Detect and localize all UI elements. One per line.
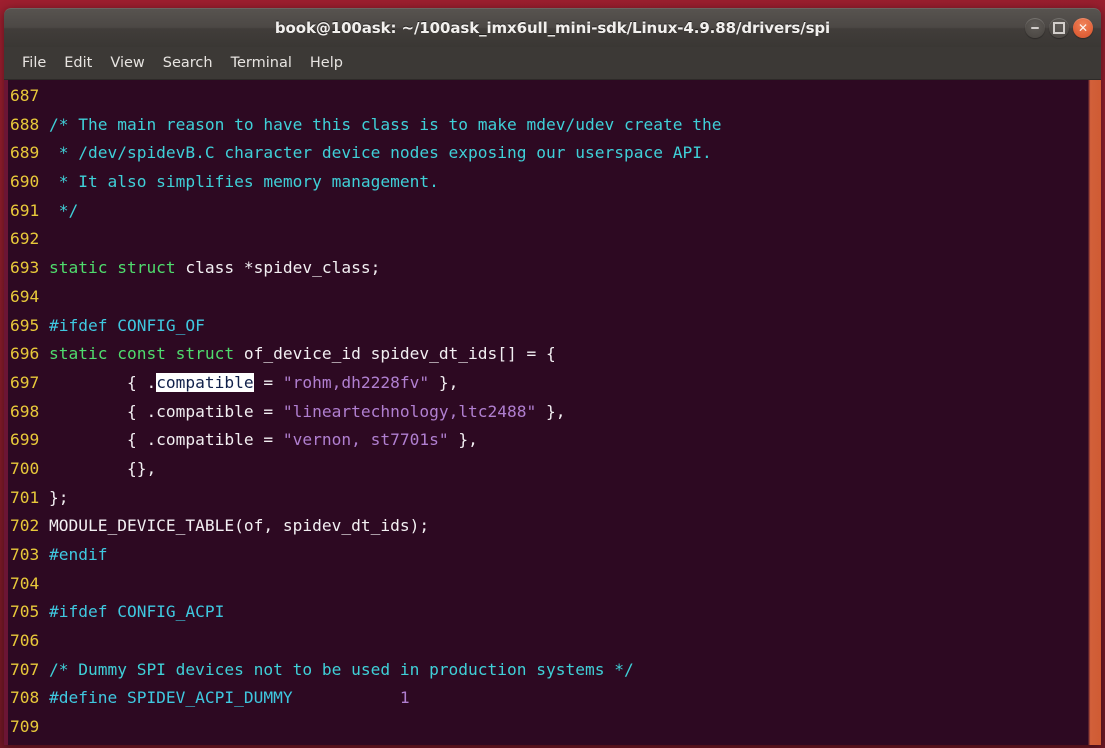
code-token: #ifdef CONFIG_ACPI [48, 602, 225, 622]
code-line: 693 static struct class *spidev_class; [8, 254, 1101, 283]
line-number: 688 [10, 114, 49, 134]
line-number: 692 [10, 229, 49, 249]
code-line: 695 #ifdef CONFIG_OF [8, 312, 1101, 341]
line-number: 705 [10, 602, 49, 622]
menu-item-search[interactable]: Search [155, 52, 221, 74]
code-token: { . [48, 372, 157, 392]
code-token: { .compatible = [48, 401, 283, 421]
code-line: 700 {}, [8, 455, 1101, 484]
code-token: * /dev/spidevB.C character device nodes … [48, 143, 712, 163]
line-number: 696 [10, 344, 49, 364]
code-line: 694 [8, 283, 1101, 312]
code-line: 697 { .compatible = "rohm,dh2228fv" }, [8, 369, 1101, 398]
line-number: 707 [10, 659, 49, 679]
line-number: 694 [10, 286, 49, 306]
code-token: #endif [48, 545, 108, 564]
code-token: #define SPIDEV_ACPI_DUMMY [48, 688, 293, 708]
code-line: 691 */ [8, 197, 1101, 226]
menu-item-view[interactable]: View [102, 52, 152, 74]
code-line: 699 { .compatible = "vernon, st7701s" }, [8, 426, 1101, 455]
vim-text-area[interactable]: 687 688 /* The main reason to have this … [8, 82, 1101, 742]
code-token: class *spidev_class; [175, 258, 381, 278]
window-title: book@100ask: ~/100ask_imx6ull_mini-sdk/L… [274, 19, 831, 37]
line-number: 701 [10, 487, 49, 507]
code-token: }, [536, 401, 566, 421]
code-token: static const struct [48, 344, 235, 364]
code-line: 692 [8, 225, 1101, 254]
code-token: = [253, 372, 283, 392]
code-token: /* Dummy SPI devices not to be used in p… [48, 659, 634, 679]
code-token: of_device_id spidev_dt_ids[] = { [234, 344, 556, 364]
line-number: 702 [10, 516, 49, 536]
code-line: 701 }; [8, 484, 1101, 513]
code-line: 708 #define SPIDEV_ACPI_DUMMY 1 [8, 684, 1101, 713]
code-token: "rohm,dh2228fv" [282, 372, 430, 392]
terminal-body: 687 688 /* The main reason to have this … [4, 80, 1101, 745]
line-number: 703 [10, 545, 49, 564]
code-token: */ [48, 200, 79, 220]
code-token: }, [429, 372, 459, 392]
line-number: 708 [10, 688, 49, 708]
search-match-highlight: compatible [156, 372, 254, 392]
line-number: 699 [10, 430, 49, 450]
code-token: * It also simplifies memory management. [48, 172, 439, 192]
menubar: File Edit View Search Terminal Help [4, 47, 1101, 80]
line-number: 704 [10, 573, 49, 593]
code-line: 704 [8, 570, 1101, 599]
line-number: 706 [10, 631, 49, 651]
window-titlebar[interactable]: book@100ask: ~/100ask_imx6ull_mini-sdk/L… [4, 8, 1101, 47]
menu-item-edit[interactable]: Edit [56, 52, 100, 74]
code-line: 688 /* The main reason to have this clas… [8, 111, 1101, 140]
desktop-background: book@100ask: ~/100ask_imx6ull_mini-sdk/L… [0, 0, 1105, 748]
code-token: #ifdef CONFIG_OF [48, 315, 205, 335]
code-token: }; [48, 487, 69, 507]
line-number: 689 [10, 143, 49, 163]
menu-item-terminal[interactable]: Terminal [223, 52, 300, 74]
close-icon: ✕ [1077, 21, 1089, 35]
maximize-button[interactable] [1049, 18, 1069, 38]
line-number: 690 [10, 172, 49, 192]
code-token: {}, [48, 458, 157, 478]
code-token: { .compatible = [48, 430, 283, 450]
code-token: /* The main reason to have this class is… [48, 114, 722, 134]
code-line: 687 [8, 82, 1101, 111]
code-line: 703 #endif [8, 541, 1101, 570]
code-token: "vernon, st7701s" [282, 430, 449, 450]
code-line: 709 [8, 713, 1101, 742]
code-line: 698 { .compatible = "lineartechnology,lt… [8, 398, 1101, 427]
code-line: 707 /* Dummy SPI devices not to be used … [8, 656, 1101, 685]
scrollbar[interactable] [1088, 80, 1101, 745]
code-line: 689 * /dev/spidevB.C character device no… [8, 139, 1101, 168]
vim-status-line: /compatible [8, 742, 1101, 745]
code-line: 690 * It also simplifies memory manageme… [8, 168, 1101, 197]
line-number: 698 [10, 401, 49, 421]
terminal-window: book@100ask: ~/100ask_imx6ull_mini-sdk/L… [4, 8, 1101, 745]
line-number: 691 [10, 200, 49, 220]
line-number: 687 [10, 86, 49, 105]
menu-item-help[interactable]: Help [302, 52, 351, 74]
line-number: 709 [10, 717, 49, 737]
vim-editor-screen[interactable]: 687 688 /* The main reason to have this … [8, 80, 1101, 745]
minimize-icon [1025, 18, 1045, 38]
code-token: 1 [399, 688, 410, 708]
code-token: MODULE_DEVICE_TABLE(of, spidev_dt_ids); [48, 516, 430, 536]
close-button[interactable]: ✕ [1073, 18, 1093, 38]
line-number: 695 [10, 315, 49, 335]
code-line: 706 [8, 627, 1101, 656]
code-line: 696 static const struct of_device_id spi… [8, 340, 1101, 369]
code-line: 702 MODULE_DEVICE_TABLE(of, spidev_dt_id… [8, 512, 1101, 541]
line-number: 700 [10, 458, 49, 478]
code-token: }, [448, 430, 478, 450]
code-token: "lineartechnology,ltc2488" [282, 401, 537, 421]
maximize-icon [1049, 18, 1069, 38]
window-controls: ✕ [1025, 18, 1093, 38]
code-token: static struct [48, 258, 176, 278]
line-number: 693 [10, 258, 49, 278]
line-number: 697 [10, 372, 49, 392]
minimize-button[interactable] [1025, 18, 1045, 38]
menu-item-file[interactable]: File [14, 52, 54, 74]
code-line: 705 #ifdef CONFIG_ACPI [8, 598, 1101, 627]
